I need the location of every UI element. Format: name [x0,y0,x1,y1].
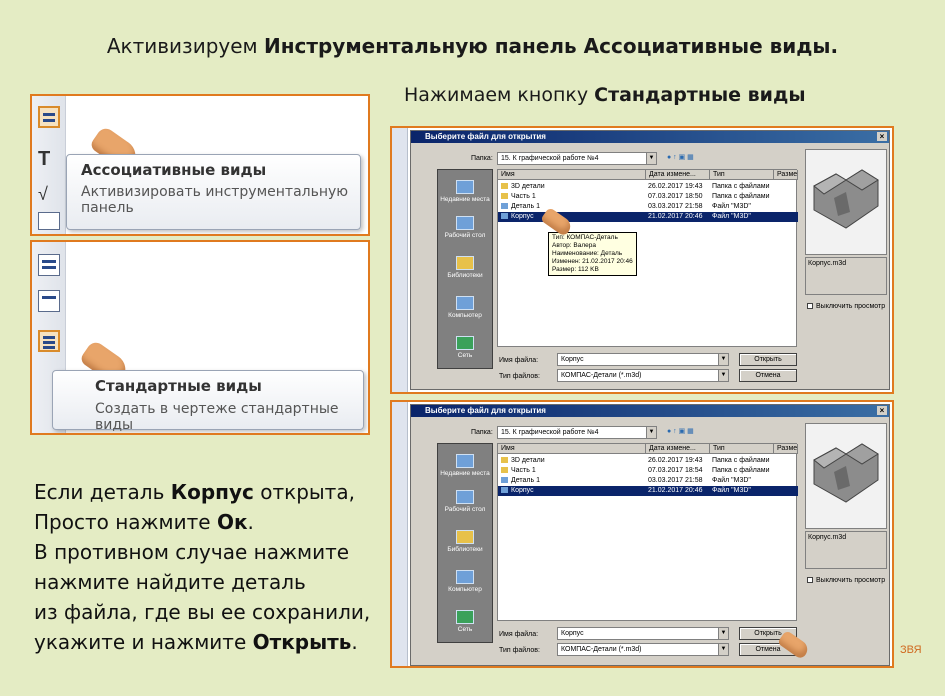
open-file-dialog: Выберите файл для открытия × Папка: 15. К… [410,130,890,390]
file-row[interactable]: Деталь 1 03.03.2017 21:58 Файл "M3D" [498,476,798,486]
assoc-views-tool-icon[interactable] [38,254,60,276]
col-size[interactable]: Разме [774,444,798,454]
part-preview-image [813,169,879,229]
filename-label: Имя файла: [499,631,539,638]
open-button[interactable]: Открыть [739,353,797,366]
close-icon[interactable]: × [877,406,887,415]
text-tool-icon[interactable]: T [38,148,60,170]
standard-views-tool-icon[interactable] [38,330,60,352]
folder-label: Папка: [471,155,493,162]
instruction-line-1: Если деталь Корпус открыта, [34,480,355,504]
file-row[interactable]: Часть 1 07.03.2017 18:54 Папка с файлами [498,466,798,476]
nav-icons[interactable]: ● ↑ ▣ ▦ [667,153,694,161]
file-row[interactable]: 3D детали 26.02.2017 19:43 Папка с файлами [498,456,798,466]
part-preview-image [813,443,879,503]
filename-input[interactable]: Корпус ▼ [557,627,729,640]
slide-title: Активизируем Инструментальную панель Асс… [106,34,839,58]
file-list[interactable]: Имя Дата измене... Тип Разме 3D детали 26… [497,169,798,347]
instruction-line-3: В противном случае нажмите [34,540,350,564]
file-row-selected[interactable]: Корпус 21.02.2017 20:46 Файл "M3D" [498,486,798,496]
nav-icons[interactable]: ● ↑ ▣ ▦ [667,427,694,435]
tooltip-desc: Активизировать инструментальную [81,184,349,200]
filename-label: Имя файла: [499,357,539,364]
slide-subtitle: Нажимаем кнопку Стандартные виды [404,84,806,106]
place-libraries[interactable]: Библиотеки [438,256,492,279]
file-list[interactable]: Имя Дата измене... Тип Разме 3D детали 26… [497,443,798,621]
toolbar-strip [392,128,408,392]
open-file-dialog: Выберите файл для открытия × Папка: 15. К… [410,404,890,666]
file-row[interactable]: Часть 1 07.03.2017 18:50 Папка с файлами [498,192,798,202]
tooltip-title: Ассоциативные виды [81,161,267,179]
place-recent[interactable]: Недавние места [438,180,492,203]
tooltip-desc-2: панель [81,200,134,216]
place-libraries[interactable]: Библиотеки [438,530,492,553]
places-bar: Недавние места Рабочий стол Библиотеки К… [437,443,493,643]
dialog-titlebar: Выберите файл для открытия × [411,131,889,143]
instruction-line-6: укажите и нажмите Открыть. [34,630,358,654]
assoc-views-tool-icon[interactable] [38,106,60,128]
tooltip-desc: Создать в чертеже стандартные виды [95,401,339,433]
col-size[interactable]: Разме [774,170,798,180]
filetype-label: Тип файлов: [499,373,540,380]
open-dialog-screenshot-2: Выберите файл для открытия × Папка: 15. К… [390,400,894,668]
folder-select[interactable]: 15. К графической работе №4 ▼ [497,152,657,165]
toolbar-strip [392,402,408,666]
std-views-screenshot: Стандартные виды Создать в чертеже станд… [30,240,370,435]
place-network[interactable]: Сеть [438,336,492,359]
toolbar-strip: T √ [32,96,66,234]
places-bar: Недавние места Рабочий стол Библиотеки К… [437,169,493,369]
instruction-line-4: нажмите найдите деталь [34,570,306,594]
place-desktop[interactable]: Рабочий стол [438,216,492,239]
place-desktop[interactable]: Рабочий стол [438,490,492,513]
preview-toggle-checkbox[interactable]: Выключить просмотр [807,303,885,310]
preview-pane [805,149,887,255]
view-tool-icon[interactable] [38,290,60,312]
close-icon[interactable]: × [877,132,887,141]
dialog-titlebar: Выберите файл для открытия × [411,405,889,417]
place-network[interactable]: Сеть [438,610,492,633]
preview-toggle-checkbox[interactable]: Выключить просмотр [807,577,885,584]
col-date[interactable]: Дата измене... [646,444,710,454]
col-name[interactable]: Имя [498,444,646,454]
col-type[interactable]: Тип [710,444,774,454]
instruction-text: Если деталь Корпус открыта, Просто нажми… [34,477,370,657]
col-name[interactable]: Имя [498,170,646,180]
folder-select[interactable]: 15. К графической работе №4 ▼ [497,426,657,439]
cancel-button[interactable]: Отмена [739,369,797,382]
col-type[interactable]: Тип [710,170,774,180]
open-dialog-screenshot-1: Выберите файл для открытия × Папка: 15. К… [390,126,894,394]
assoc-toolbar-screenshot: T √ Ассоциативные виды Активизировать ин… [30,94,370,236]
file-row[interactable]: Деталь 1 03.03.2017 21:58 Файл "M3D" [498,202,798,212]
preview-pane [805,423,887,529]
preview-name: Корпус.m3d [805,531,887,569]
instruction-line-2: Просто нажмите Ок. [34,510,254,534]
col-date[interactable]: Дата измене... [646,170,710,180]
roughness-tool-icon[interactable]: √ [38,184,60,206]
filename-input[interactable]: Корпус ▼ [557,353,729,366]
filetype-select[interactable]: КОМПАС-Детали (*.m3d) ▼ [557,643,729,656]
standard-views-tooltip: Стандартные виды Создать в чертеже станд… [52,370,364,433]
file-row[interactable]: 3D детали 26.02.2017 19:43 Папка с файлами [498,182,798,192]
preview-name: Корпус.m3d [805,257,887,295]
label-tool-icon[interactable] [38,212,60,230]
instruction-line-5: из файла, где вы ее сохранили, [34,600,371,624]
filetype-select[interactable]: КОМПАС-Детали (*.m3d) ▼ [557,369,729,382]
place-computer[interactable]: Компьютер [438,296,492,319]
filetype-label: Тип файлов: [499,647,540,654]
tooltip-title: Стандартные виды [95,377,262,395]
folder-label: Папка: [471,429,493,436]
place-computer[interactable]: Компьютер [438,570,492,593]
author-signature: ЗВЯ [900,644,922,656]
assoc-views-tooltip: Ассоциативные виды Активизировать инстру… [66,154,361,230]
place-recent[interactable]: Недавние места [438,454,492,477]
file-info-tooltip: Тип: КОМПАС-Деталь Автор: Валера Наимено… [548,232,637,276]
